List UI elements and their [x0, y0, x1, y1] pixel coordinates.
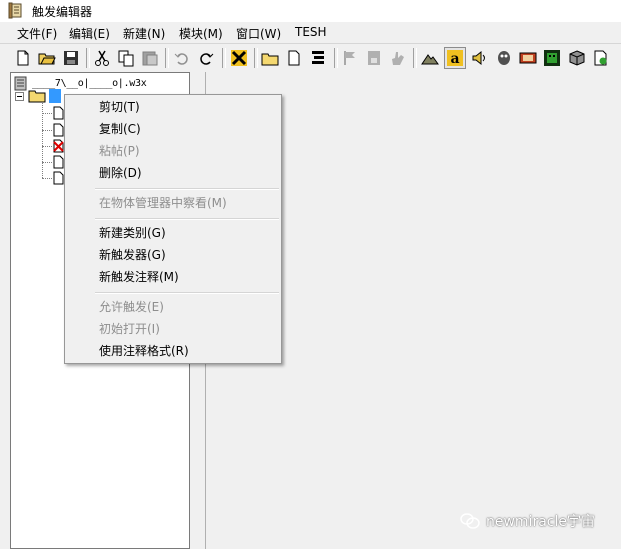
new-category-button[interactable]: [259, 47, 281, 69]
campaign-editor-button[interactable]: [517, 47, 539, 69]
object-manager-button[interactable]: [566, 47, 588, 69]
tree-branch-line: [42, 130, 52, 131]
open-button[interactable]: [36, 47, 58, 69]
menu-module[interactable]: 模块(M): [179, 25, 223, 42]
undo-button[interactable]: [171, 47, 193, 69]
toolbar-separator: [413, 48, 417, 68]
green-face-icon: [544, 50, 560, 66]
map-icon: [519, 52, 537, 64]
paste-button[interactable]: [139, 47, 161, 69]
tree-root-label: ____7\__o|____o|.w3x: [32, 77, 147, 89]
context-menu: 剪切(T) 复制(C) 粘帖(P) 删除(D) 在物体管理器中察看(M) 新建类…: [64, 94, 282, 364]
toolbar-separator: [334, 48, 338, 68]
menu-separator: [95, 218, 279, 220]
tree-branch-line: [42, 162, 52, 163]
menu-item-new-trigger-comment[interactable]: 新触发注释(M): [99, 266, 179, 288]
disabled-trigger-icon[interactable]: [53, 139, 64, 153]
folder-icon: [261, 53, 279, 66]
menu-item-copy[interactable]: 复制(C): [99, 118, 141, 140]
toolbar-separator: [86, 48, 90, 68]
watermark: newmiracle宇宙: [460, 510, 595, 532]
mountain-icon: [421, 54, 439, 65]
menu-item-view-in-object-manager[interactable]: 在物体管理器中察看(M): [99, 192, 227, 214]
menu-file[interactable]: 文件(F): [17, 25, 57, 42]
wechat-icon: [460, 513, 480, 529]
menu-item-new-trigger[interactable]: 新触发器(G): [99, 244, 166, 266]
object-editor-button[interactable]: [493, 47, 515, 69]
watermark-text: newmiracle宇宙: [486, 514, 595, 530]
new-trigger-button[interactable]: [283, 47, 305, 69]
new-file-button[interactable]: [12, 47, 34, 69]
disabled-tool-button[interactable]: [363, 47, 385, 69]
trigger-doc-icon[interactable]: [53, 171, 64, 185]
menu-item-cut[interactable]: 剪切(T): [99, 96, 140, 118]
trigger-editor-button[interactable]: [228, 47, 250, 69]
svg-text:a: a: [450, 51, 459, 67]
letter-a-icon: a: [447, 50, 463, 67]
redo-icon: [200, 53, 214, 65]
menu-item-paste[interactable]: 粘帖(P): [99, 140, 140, 162]
cube-icon: [569, 50, 585, 66]
toolbar-separator: [222, 48, 226, 68]
menu-item-delete[interactable]: 删除(D): [99, 162, 142, 184]
trigger-editor-active-button[interactable]: a: [444, 47, 466, 69]
menu-item-comment-format[interactable]: 使用注释格式(R): [99, 340, 189, 362]
sound-editor-button[interactable]: [469, 47, 491, 69]
tree-branch-line: [42, 146, 52, 147]
undo-icon: [174, 53, 188, 65]
menu-bar: 文件(F) 编辑(E) 新建(N) 模块(M) 窗口(W) TESH: [0, 22, 621, 44]
terrain-editor-button[interactable]: [419, 47, 441, 69]
x-mark-icon: [231, 50, 247, 66]
hand-gray-icon: [392, 52, 404, 65]
title-bar: 触发编辑器: [0, 0, 621, 22]
speaker-icon: [472, 50, 485, 66]
scissors-icon: [95, 50, 109, 66]
menu-item-initially-on[interactable]: 初始打开(I): [99, 318, 160, 340]
creature-icon: [498, 51, 510, 65]
open-folder-icon: [38, 53, 56, 65]
menu-new[interactable]: 新建(N): [123, 25, 165, 42]
hand-tool-button[interactable]: [387, 47, 409, 69]
new-file-icon: [17, 50, 29, 66]
import-manager-button[interactable]: [590, 47, 612, 69]
import-doc-icon: [594, 50, 607, 66]
flag-icon: [344, 51, 355, 65]
toolbar-separator: [254, 48, 258, 68]
tree-branch-line: [42, 103, 43, 178]
toolbar-separator: [165, 48, 169, 68]
redo-button[interactable]: [195, 47, 217, 69]
trigger-doc-icon[interactable]: [53, 123, 64, 137]
disk-gray-icon: [368, 51, 380, 65]
trigger-doc-icon[interactable]: [53, 155, 64, 169]
tree-collapse-toggle[interactable]: [15, 92, 24, 101]
document-icon: [288, 50, 300, 66]
new-comment-button[interactable]: [307, 47, 329, 69]
app-scroll-icon: [8, 2, 22, 19]
copy-icon: [118, 50, 134, 67]
save-button[interactable]: [60, 47, 82, 69]
category-folder-icon: [28, 90, 46, 103]
cut-button[interactable]: [91, 47, 113, 69]
copy-button[interactable]: [115, 47, 137, 69]
comment-lines-icon: [312, 51, 324, 64]
save-disk-icon: [64, 51, 78, 65]
tree-branch-line: [42, 113, 52, 114]
map-file-icon: [14, 76, 27, 90]
window-title: 触发编辑器: [32, 5, 93, 19]
menu-tesh[interactable]: TESH: [295, 25, 327, 39]
menu-separator: [95, 292, 279, 294]
paste-icon: [142, 51, 158, 66]
menu-edit[interactable]: 编辑(E): [69, 25, 110, 42]
selected-category-label[interactable]: [49, 89, 61, 103]
menu-window[interactable]: 窗口(W): [236, 25, 281, 42]
flag-button[interactable]: [339, 47, 361, 69]
tree-branch-line: [42, 178, 52, 179]
toolbar: a: [0, 44, 621, 73]
menu-item-new-category[interactable]: 新建类别(G): [99, 222, 166, 244]
trigger-doc-icon[interactable]: [53, 106, 64, 120]
menu-separator: [95, 188, 279, 190]
ai-editor-button[interactable]: [541, 47, 563, 69]
menu-item-enable-trigger[interactable]: 允许触发(E): [99, 296, 164, 318]
